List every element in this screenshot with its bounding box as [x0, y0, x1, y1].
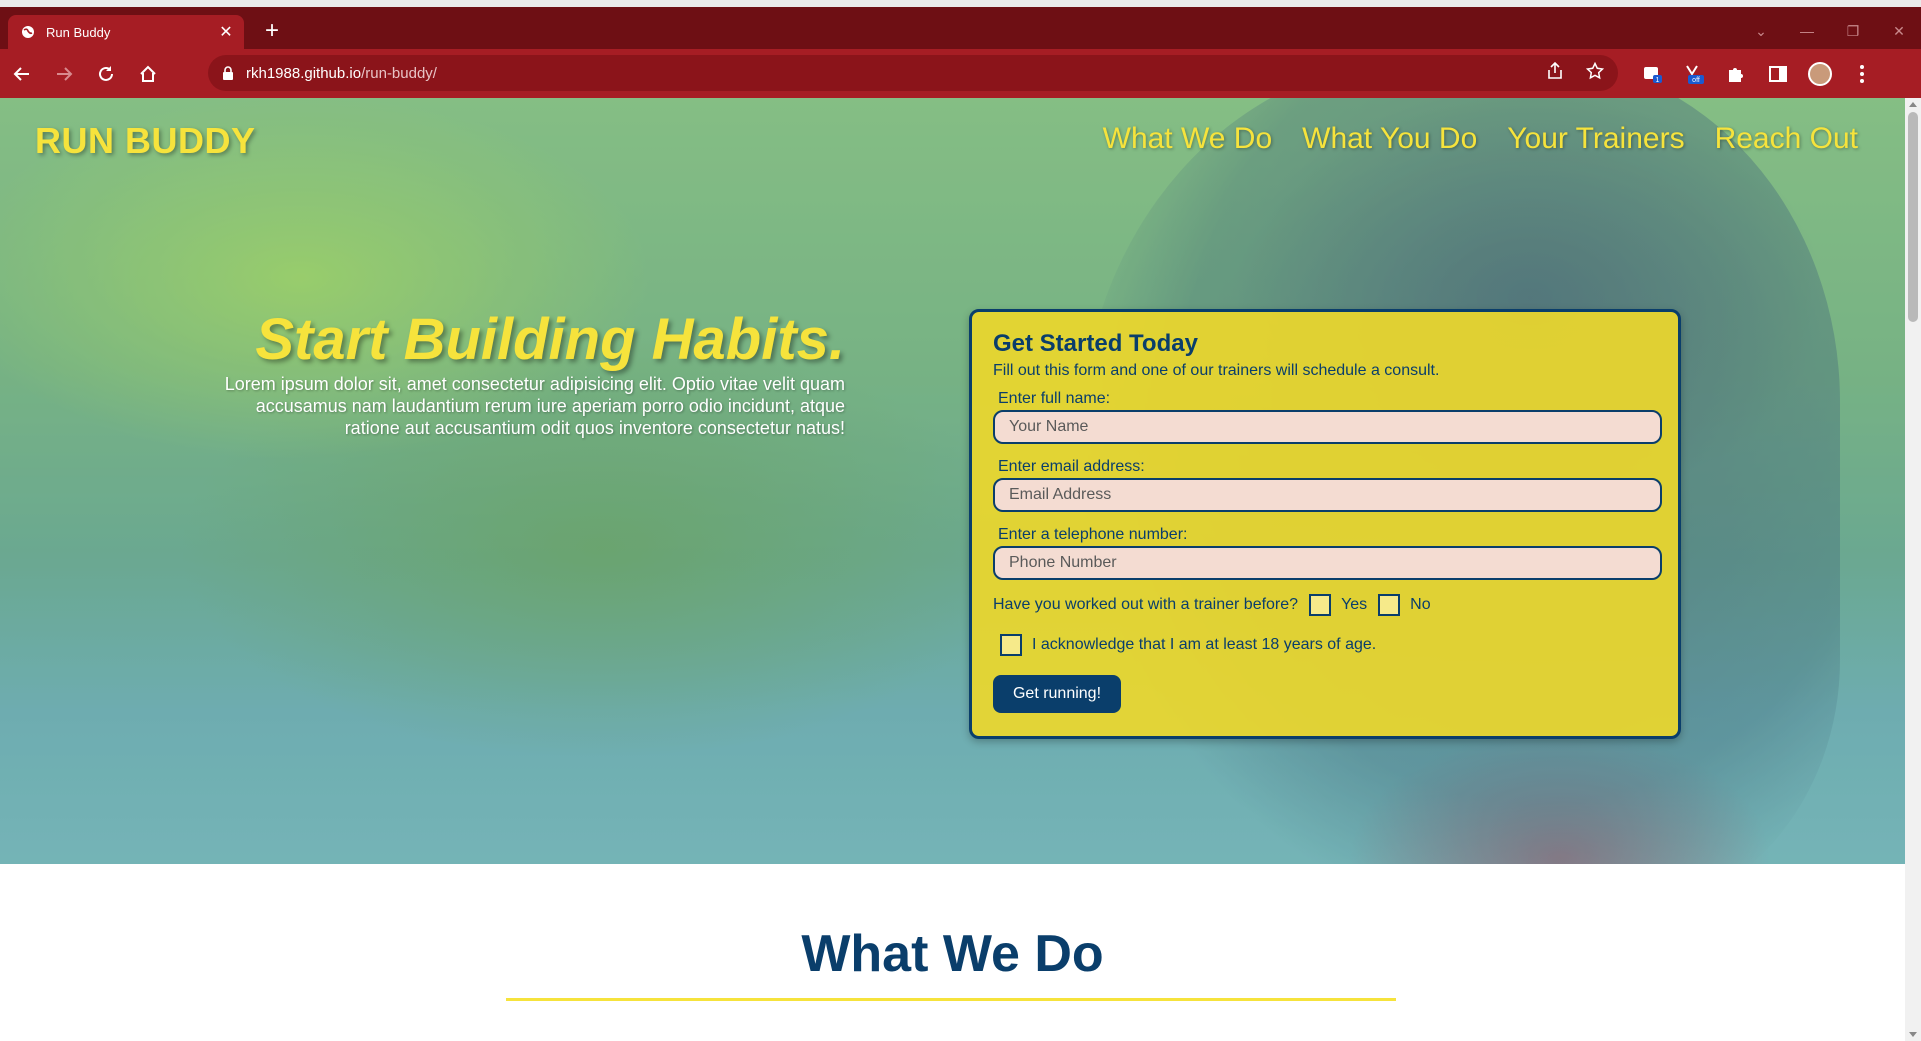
forward-icon[interactable]: [44, 54, 84, 94]
browser-toolbar: rkh1988.github.io/run-buddy/ 1 off: [0, 49, 1921, 98]
extension-icon[interactable]: 1: [1640, 62, 1664, 86]
close-tab-icon[interactable]: ✕: [216, 22, 236, 42]
extension-badge-1: 1: [1656, 77, 1660, 84]
globe-icon: [20, 24, 36, 40]
lock-icon[interactable]: [222, 66, 236, 80]
star-icon[interactable]: [1585, 61, 1605, 85]
back-icon[interactable]: [2, 54, 42, 94]
restore-icon[interactable]: ❐: [1843, 23, 1863, 40]
nav-link-your-trainers[interactable]: Your Trainers: [1507, 122, 1684, 156]
page-scrollbar[interactable]: [1905, 98, 1921, 1041]
hero-section: RUN BUDDY What We Do What You Do Your Tr…: [0, 98, 1905, 864]
menu-icon[interactable]: [1850, 62, 1874, 86]
yes-label: Yes: [1341, 596, 1368, 613]
phone-input[interactable]: [993, 546, 1662, 580]
tab-search-icon[interactable]: ⌄: [1751, 23, 1771, 40]
sidepanel-icon[interactable]: [1766, 62, 1790, 86]
url-text[interactable]: rkh1988.github.io/run-buddy/: [246, 65, 437, 82]
puzzle-icon[interactable]: [1724, 62, 1748, 86]
scroll-up-arrow-icon[interactable]: [1909, 102, 1917, 107]
home-icon[interactable]: [128, 54, 168, 94]
hero-text: Lorem ipsum dolor sit, amet consectetur …: [224, 373, 845, 438]
trainer-question-label: Have you worked out with a trainer befor…: [993, 596, 1299, 613]
no-label: No: [1410, 596, 1431, 613]
scroll-thumb[interactable]: [1908, 112, 1918, 322]
url-path: /run-buddy/: [361, 64, 437, 82]
trainer-question-row: Have you worked out with a trainer befor…: [993, 594, 1658, 616]
email-label: Enter email address:: [998, 458, 1145, 475]
window-top-strip: [0, 0, 1921, 7]
hero-copy: Start Building Habits. Lorem ipsum dolor…: [200, 308, 845, 440]
yes-checkbox[interactable]: [1309, 594, 1332, 616]
close-window-icon[interactable]: ✕: [1889, 23, 1909, 40]
share-icon[interactable]: [1546, 61, 1564, 85]
tab-bar: Run Buddy ✕ + ⌄ — ❐ ✕: [0, 7, 1921, 49]
reload-icon[interactable]: [86, 54, 126, 94]
name-input[interactable]: [993, 410, 1662, 444]
main-nav: What We Do What You Do Your Trainers Rea…: [1103, 122, 1858, 156]
scroll-down-arrow-icon[interactable]: [1909, 1032, 1917, 1037]
hero-title: Start Building Habits.: [255, 307, 845, 372]
form-subtitle: Fill out this form and one of our traine…: [993, 362, 1440, 379]
get-running-button[interactable]: Get running!: [993, 675, 1121, 713]
address-bar[interactable]: rkh1988.github.io/run-buddy/: [208, 55, 1618, 91]
section-title-what-we-do: What We Do: [801, 925, 1104, 983]
signup-form: Get Started Today Fill out this form and…: [969, 309, 1681, 739]
section-divider: [506, 998, 1396, 1001]
extension-badge-2: off: [1692, 77, 1700, 84]
profile-avatar[interactable]: [1808, 61, 1832, 86]
form-title: Get Started Today: [993, 330, 1198, 357]
age-ack-checkbox[interactable]: [1000, 634, 1022, 656]
name-label: Enter full name:: [998, 390, 1111, 407]
url-host: rkh1988.github.io: [246, 64, 362, 82]
tab-run-buddy[interactable]: Run Buddy ✕: [8, 15, 244, 49]
new-tab-button[interactable]: +: [258, 18, 286, 46]
site-logo[interactable]: RUN BUDDY: [35, 120, 256, 162]
nav-link-reach-out[interactable]: Reach Out: [1715, 122, 1858, 156]
age-ack-row: I acknowledge that I am at least 18 year…: [1000, 634, 1658, 656]
window-controls: ⌄ — ❐ ✕: [1751, 14, 1909, 48]
email-input[interactable]: [993, 478, 1662, 512]
tab-title: Run Buddy: [46, 24, 111, 40]
extension-icon-2[interactable]: off: [1682, 62, 1706, 86]
page-viewport: RUN BUDDY What We Do What You Do Your Tr…: [0, 98, 1905, 1041]
no-checkbox[interactable]: [1378, 594, 1401, 616]
nav-link-what-you-do[interactable]: What You Do: [1302, 122, 1477, 156]
age-ack-label: I acknowledge that I am at least 18 year…: [1032, 636, 1377, 653]
phone-label: Enter a telephone number:: [998, 526, 1188, 543]
nav-link-what-we-do[interactable]: What We Do: [1103, 122, 1273, 156]
minimize-icon[interactable]: —: [1797, 23, 1817, 39]
